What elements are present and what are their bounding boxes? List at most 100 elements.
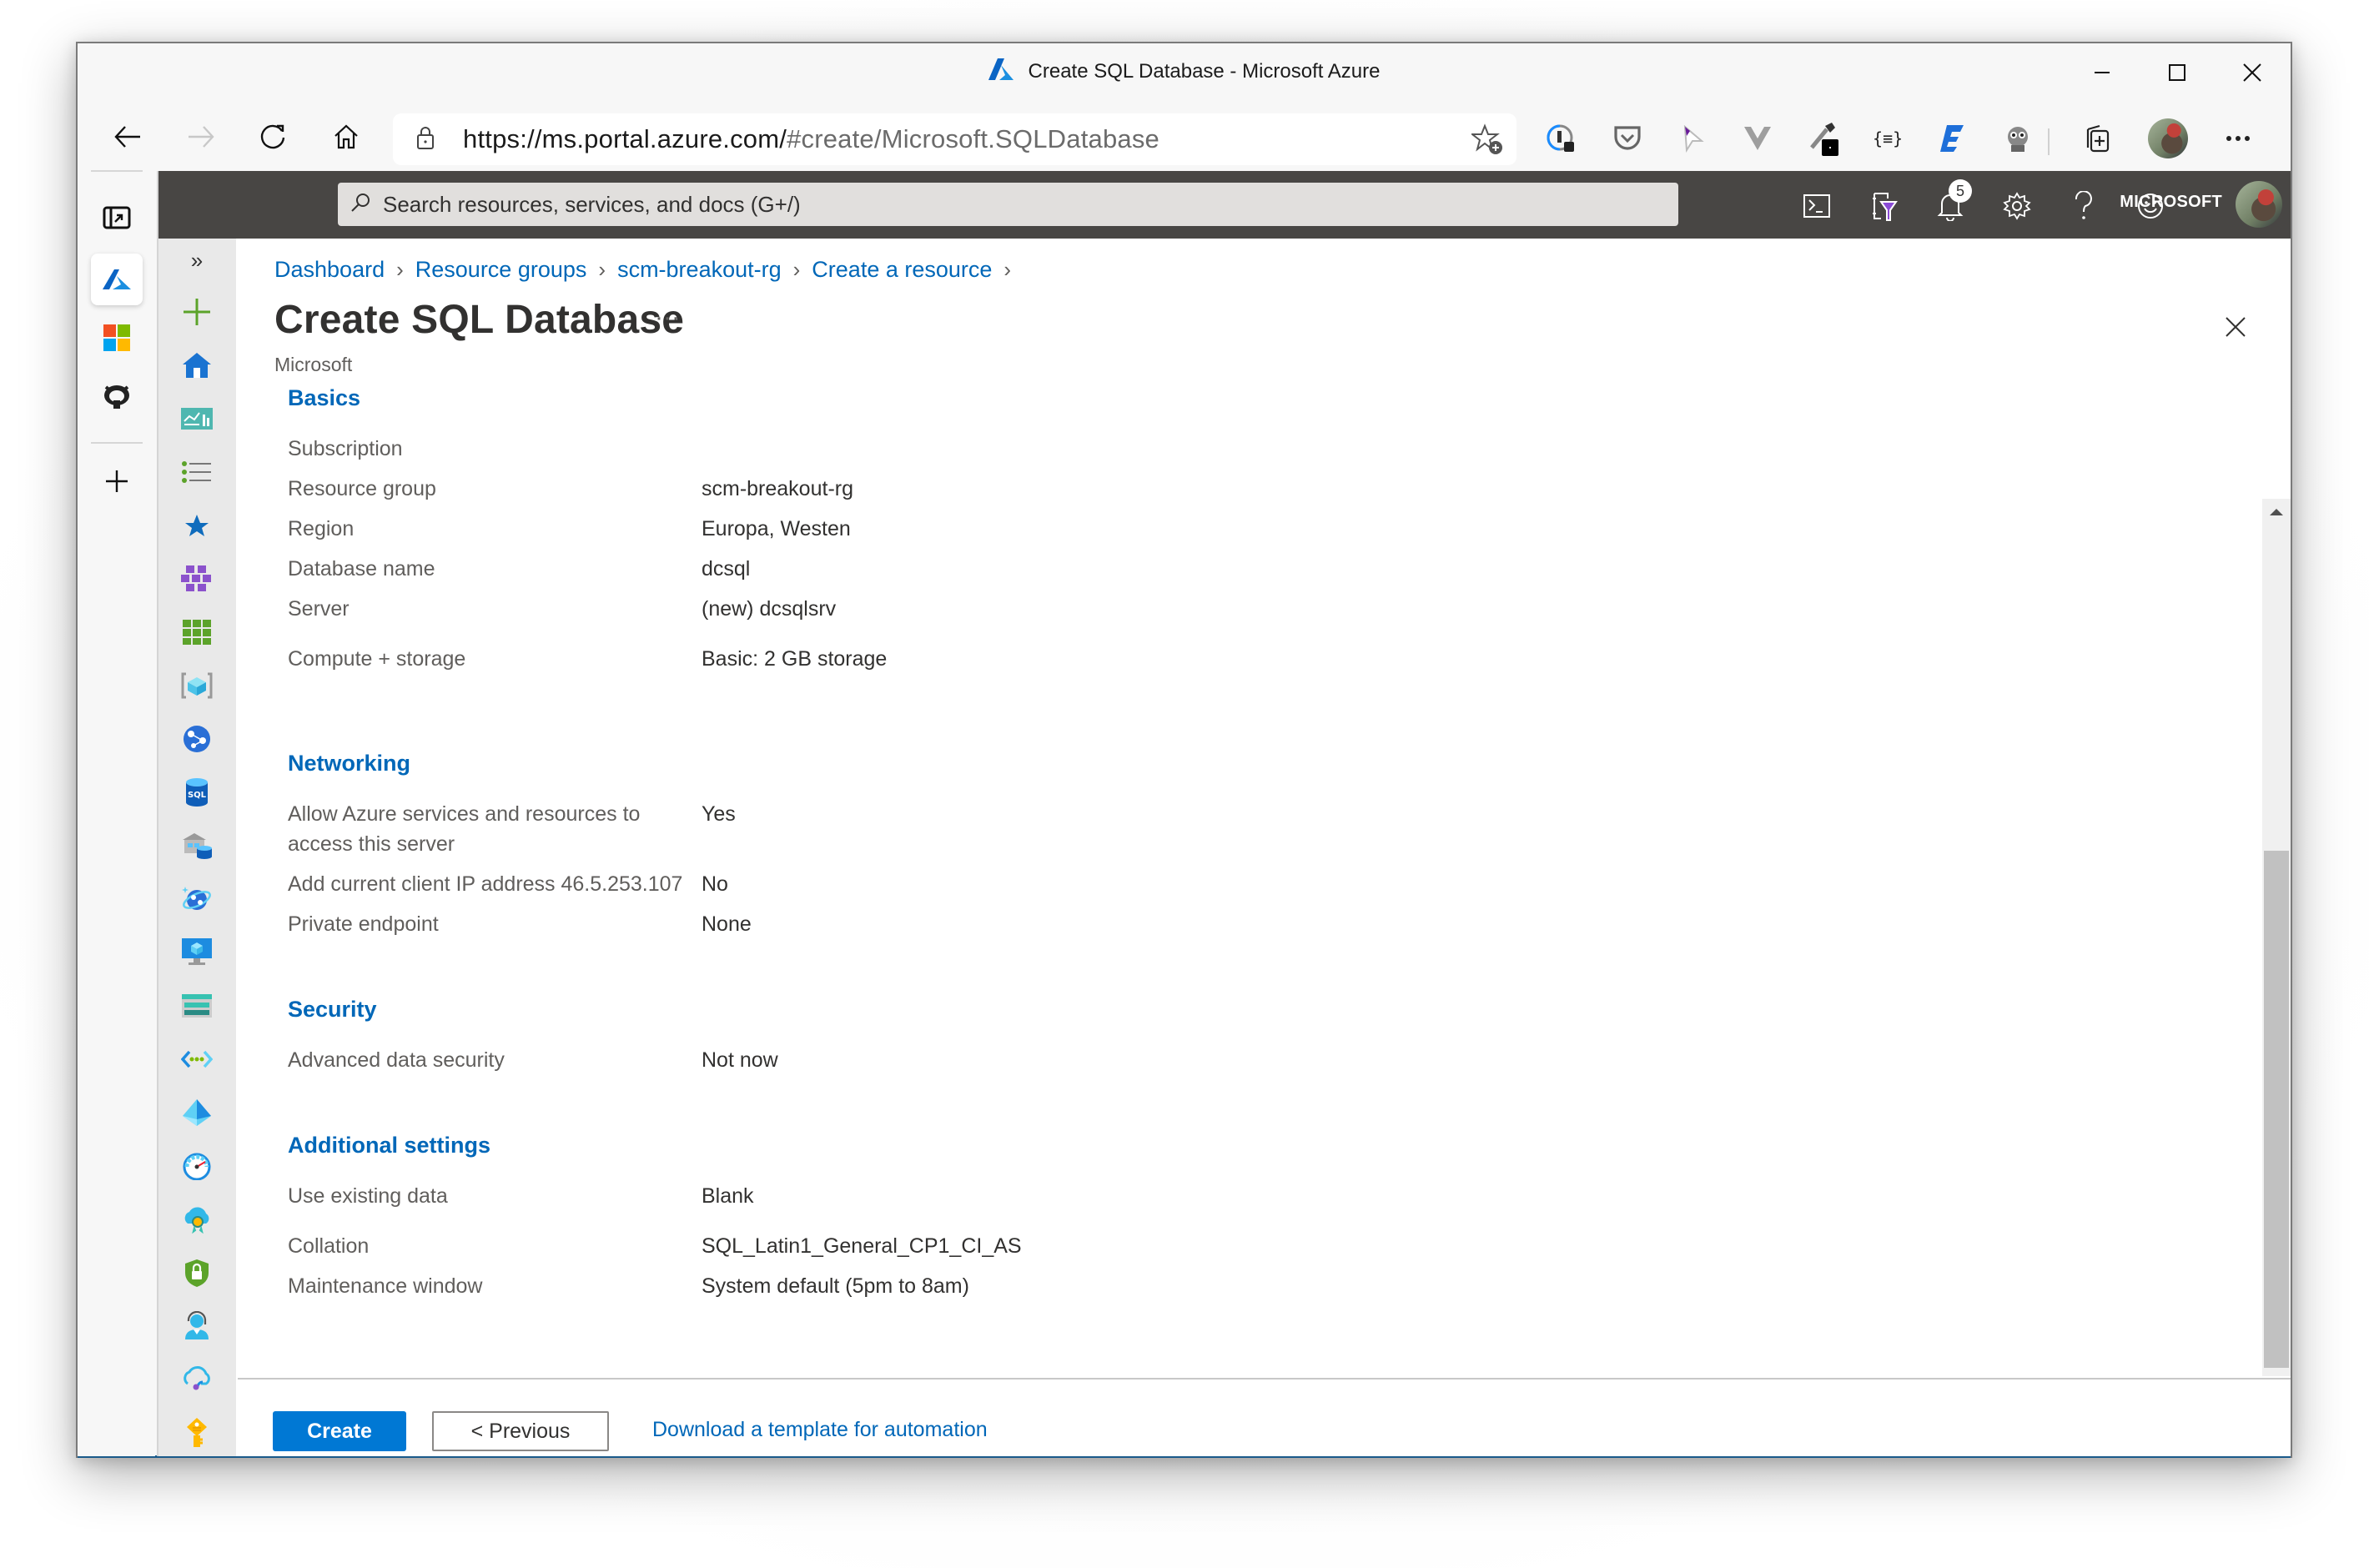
sidebar-item-cost-management[interactable] [174,1356,220,1403]
sidebar-item-app-services[interactable] [174,662,220,709]
notifications-button[interactable]: 5 [1927,179,1974,229]
scrollbar-thumb[interactable] [2264,851,2289,1368]
sidebar-item-load-balancers[interactable] [174,983,220,1029]
refresh-button[interactable] [249,113,296,160]
all-resources-icon [181,565,211,591]
lock-icon [416,125,435,154]
cloud-shell-button[interactable] [1793,183,1840,229]
password-manager-extension-icon[interactable] [1537,115,1584,162]
close-blade-button[interactable] [2219,310,2252,344]
section-heading-security: Security [288,997,377,1022]
page-title: Create SQL Database [274,298,685,342]
page-subtitle: Microsoft [274,354,353,375]
sidebar-item-favorites[interactable] [174,502,220,549]
sidebar-item-all-services[interactable] [174,449,220,495]
new-tab-button[interactable] [91,455,143,507]
profile-avatar[interactable] [2145,115,2191,162]
address-bar[interactable]: https://ms.portal.azure.com/#create/Micr… [393,113,1516,165]
sidebar-item-all-resources[interactable] [174,555,220,602]
sidebar-item-monitor[interactable] [174,1143,220,1189]
sidebar-item-dashboard[interactable] [174,395,220,442]
cursor-extension-icon[interactable] [1669,115,1716,162]
scroll-up-arrow-icon[interactable] [2270,509,2283,515]
maximize-button[interactable] [2139,48,2216,97]
sidebar-item-help-support[interactable] [174,1303,220,1349]
portal-sidebar: » SQL [158,239,236,1456]
sidebar-item-resource-groups[interactable] [174,609,220,656]
help-button[interactable] [2060,183,2107,229]
sidebar-item-cosmos-db[interactable] [174,876,220,922]
summary-label: Use existing data [288,1184,448,1208]
gear-icon [2003,192,2031,220]
color-picker-extension-icon[interactable] [1799,115,1846,162]
blade-footer: Create < Previous Download a template fo… [238,1378,2291,1456]
breadcrumb-resource-groups[interactable]: Resource groups [415,257,587,283]
sidebar-item-azure-active-directory[interactable] [174,1089,220,1136]
url-text[interactable]: https://ms.portal.azure.com/#create/Micr… [463,124,1159,154]
json-formatter-extension-icon[interactable]: {≡} [1864,115,1911,162]
tab-microsoft[interactable] [91,312,143,364]
microsoft-logo-icon [103,324,130,351]
sidebar-item-virtual-machines[interactable] [174,929,220,976]
vertical-tab-strip [78,170,155,1456]
breadcrumb-dashboard[interactable]: Dashboard [274,257,385,283]
breadcrumb-resource-group[interactable]: scm-breakout-rg [617,257,782,283]
sidebar-item-virtual-networks[interactable] [174,1036,220,1083]
breadcrumb-create-resource[interactable]: Create a resource [812,257,992,283]
plus-icon [106,470,128,492]
tab-github[interactable] [91,370,143,422]
pocket-extension-icon[interactable] [1604,115,1651,162]
chevron-right-icon: › [792,257,801,282]
security-shield-icon [185,1259,209,1287]
breadcrumb: Dashboard › Resource groups › scm-breako… [274,257,1023,283]
main-content: Dashboard › Resource groups › scm-breako… [238,239,2291,1456]
forward-button[interactable] [178,113,224,160]
double-chevron-icon: » [190,247,204,273]
more-menu-icon[interactable] [2215,115,2261,162]
sidebar-item-home[interactable] [174,342,220,389]
home-button[interactable] [323,113,370,160]
tab-strip-divider [91,170,143,172]
create-button[interactable]: Create [273,1411,406,1451]
github-icon [104,385,129,409]
summary-value: Blank [702,1184,754,1208]
sidebar-item-sql-databases[interactable]: SQL [174,769,220,816]
account-avatar[interactable] [2236,181,2282,228]
previous-button[interactable]: < Previous [432,1411,609,1451]
sidebar-item-create-resource[interactable] [174,289,220,335]
settings-button[interactable] [1994,183,2040,229]
back-button[interactable] [104,113,151,160]
tab-azure-portal[interactable] [91,254,143,305]
raccoon-extension-icon[interactable] [1994,115,2041,162]
chevron-right-icon: › [598,257,606,282]
more-options-button[interactable]: ··· [655,304,680,332]
close-window-button[interactable] [2214,48,2291,97]
key-icon [187,1418,207,1447]
portal-search-input[interactable]: Search resources, services, and docs (G+… [338,183,1678,226]
minimize-button[interactable] [2064,48,2140,97]
vertical-scrollbar[interactable] [2262,499,2291,1376]
summary-value: No [702,872,728,896]
sidebar-item-function-app[interactable] [174,716,220,762]
collections-icon[interactable] [2075,115,2121,162]
expand-sidebar-button[interactable]: » [174,244,220,277]
sidebar-item-advisor[interactable] [174,1196,220,1243]
list-icon [182,461,211,483]
monitor-gauge-icon [183,1153,211,1180]
download-template-link[interactable]: Download a template for automation [652,1418,988,1442]
help-icon [2075,191,2092,219]
svg-text:{≡}: {≡} [1873,128,1903,148]
tab-actions-button[interactable] [91,192,143,244]
editor-extension-icon[interactable] [1929,115,1976,162]
tenant-name[interactable]: MICROSOFT [2120,193,2222,212]
add-favorite-icon[interactable] [1470,123,1503,159]
data-warehouse-icon [183,833,212,859]
sidebar-item-key-vaults[interactable] [174,1410,220,1456]
summary-label: Compute + storage [288,647,466,671]
sidebar-item-security-center[interactable] [174,1249,220,1296]
sidebar-item-sql-data-warehouse[interactable] [174,822,220,869]
window-title: Create SQL Database - Microsoft Azure [1028,59,1381,83]
summary-label: Server [288,597,350,621]
vue-devtools-extension-icon[interactable] [1734,115,1781,162]
directory-filter-button[interactable] [1860,183,1907,229]
